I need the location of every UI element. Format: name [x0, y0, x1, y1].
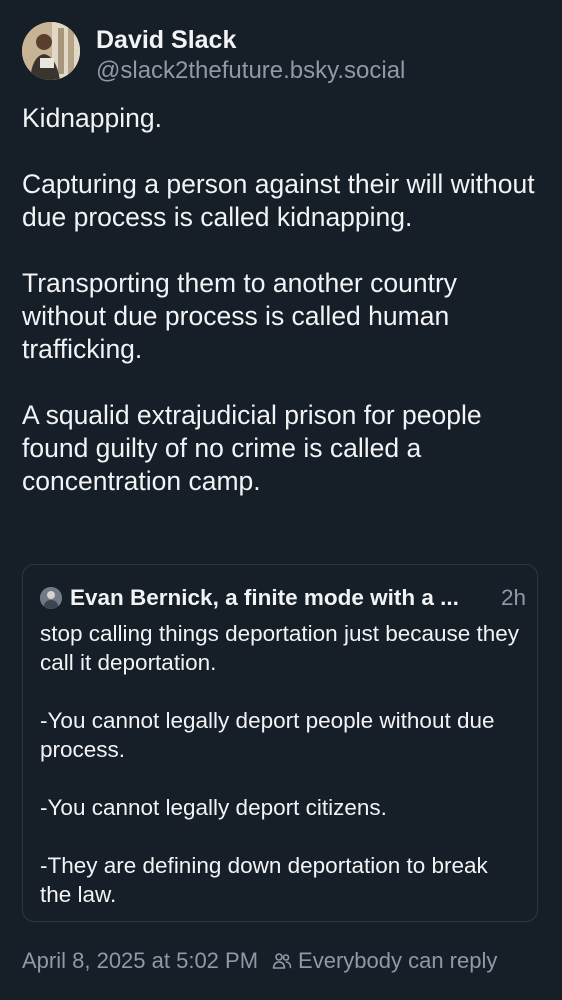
person-portrait-icon	[22, 22, 80, 80]
quoted-post-time: 2h	[500, 585, 526, 610]
author-avatar[interactable]	[22, 22, 80, 80]
post: David Slack @slack2thefuture.bsky.social…	[0, 0, 562, 1000]
post-header: David Slack @slack2thefuture.bsky.social	[22, 22, 405, 86]
post-text: Kidnapping. Capturing a person against t…	[22, 102, 542, 498]
quoted-post-text: stop calling things deportation just bec…	[40, 619, 525, 909]
quoted-author-avatar[interactable]	[40, 587, 62, 609]
reply-setting[interactable]: Everybody can reply	[298, 946, 497, 976]
post-paragraph: Capturing a person against their will wi…	[22, 169, 535, 232]
post-timestamp[interactable]: April 8, 2025 at 5:02 PM	[22, 946, 258, 976]
people-icon	[272, 953, 292, 969]
person-portrait-icon	[40, 587, 62, 609]
quote-paragraph: -You cannot legally deport people withou…	[40, 708, 495, 762]
post-paragraph: Transporting them to another country wit…	[22, 268, 458, 364]
post-paragraph: A squalid extrajudicial prison for peopl…	[22, 400, 482, 496]
quoted-post[interactable]: Evan Bernick, a finite mode with a ... 2…	[22, 564, 538, 922]
quoted-author-name[interactable]: Evan Bernick, a finite mode with a ...	[70, 584, 497, 612]
post-footer: April 8, 2025 at 5:02 PM Everybody can r…	[22, 946, 497, 976]
quote-paragraph: -They are defining down deportation to b…	[40, 853, 488, 907]
quote-paragraph: -You cannot legally deport citizens.	[40, 795, 387, 820]
author-display-name[interactable]: David Slack	[96, 24, 405, 56]
quote-paragraph: stop calling things deportation just bec…	[40, 621, 520, 675]
post-paragraph: Kidnapping.	[22, 103, 162, 133]
quoted-post-header: Evan Bernick, a finite mode with a ... 2…	[40, 584, 526, 612]
author-handle[interactable]: @slack2thefuture.bsky.social	[96, 56, 405, 86]
author-info: David Slack @slack2thefuture.bsky.social	[96, 24, 405, 86]
